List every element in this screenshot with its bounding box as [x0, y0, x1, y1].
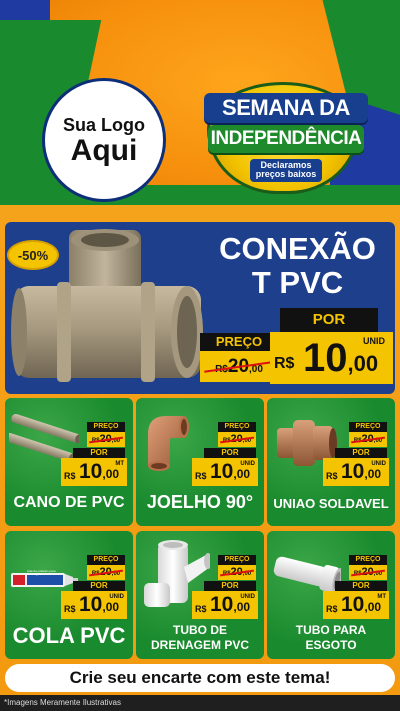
product-name: CANO DE PVC [13, 494, 125, 511]
card-new-price-label: POR [73, 448, 125, 458]
new-int: 10 [79, 460, 103, 483]
card-new-price: R$ 10,00 UNID [61, 591, 127, 619]
new-dec: ,00 [233, 600, 251, 614]
card-old-price: R$20,00 [349, 432, 387, 447]
new-amount: 10,00 [79, 460, 119, 484]
card-old-price-label: PREÇO [349, 555, 387, 565]
product-card-tubo-drenagem: PREÇO R$20,00 POR R$ 10,00 UNID TUBO DE … [136, 531, 264, 659]
header-bottom-band [0, 185, 400, 205]
badge-title-line1: SEMANA DA [204, 93, 368, 123]
new-dec: ,00 [102, 600, 120, 614]
disclaimer-footer: *Imagens Meramente Ilustrativas [0, 695, 400, 711]
product-card-joelho-90: PREÇO R$20,00 POR R$ 10,00 UNID JOELHO 9… [136, 398, 264, 526]
card-old-price-label: PREÇO [218, 555, 256, 565]
new-dec: ,00 [364, 467, 382, 481]
new-dec: ,00 [364, 600, 382, 614]
product-name-line2: DRENAGEM PVC [150, 638, 249, 652]
glue-tube-label: Adesivo plástico para PVC rígido [27, 569, 56, 576]
card-new-price: R$ 10,00 UNID [192, 591, 258, 619]
card-new-price-label: POR [204, 581, 256, 591]
flyer: Sua Logo Aqui SEMANA DA INDEPENDÊNCIA De… [0, 0, 400, 711]
new-currency: R$ [326, 471, 338, 481]
unit-label: UNID [240, 594, 255, 600]
card-new-price: R$ 10,00 UNID [323, 458, 389, 486]
badge-subtitle: Declaramos preços baixos [250, 159, 322, 182]
new-currency: R$ [195, 604, 207, 614]
logo-top-text: Sua Logo [63, 114, 145, 135]
new-int: 10 [341, 593, 365, 616]
card-old-price-label: PREÇO [87, 555, 125, 565]
discount-badge: -50% [7, 240, 59, 270]
hero-new-currency: R$ [274, 355, 295, 372]
card-old-price: R$20,00 [87, 432, 125, 447]
hero-old-price: R$20,00 [200, 351, 278, 382]
card-old-price: R$20,00 [218, 432, 256, 447]
new-currency: R$ [195, 471, 207, 481]
badge-title-line2: INDEPENDÊNCIA [208, 125, 364, 153]
new-dec: ,00 [233, 467, 251, 481]
hero-title-line2: T PVC [251, 265, 344, 301]
card-old-price: R$20,00 [349, 565, 387, 580]
product-name: TUBO DE DRENAGEM PVC [136, 623, 264, 653]
new-int: 10 [210, 593, 234, 616]
card-new-price: R$ 10,00 UNID [192, 458, 258, 486]
product-card-cola-pvc: Adesivo plástico para PVC rígido PREÇO R… [5, 531, 133, 659]
new-dec: ,00 [102, 467, 120, 481]
product-name: JOELHO 90° [146, 492, 254, 512]
logo-main-text: Aqui [70, 133, 138, 167]
hero-new-dec: ,00 [347, 351, 379, 376]
product-card-cano-pvc: PREÇO R$20,00 POR R$ 10,00 MT CANO DE PV… [5, 398, 133, 526]
card-old-price-label: PREÇO [349, 422, 387, 432]
unit-label: MT [115, 461, 124, 467]
hero-unit: UNID [363, 336, 385, 346]
product-name-line2: ESGOTO [305, 638, 357, 652]
product-name: TUBO PARA ESGOTO [267, 623, 395, 653]
card-old-price-label: PREÇO [87, 422, 125, 432]
new-int: 10 [210, 460, 234, 483]
new-amount: 10,00 [341, 593, 381, 617]
card-old-price-label: PREÇO [218, 422, 256, 432]
card-old-price: R$20,00 [218, 565, 256, 580]
hero-new-int: 10 [303, 336, 348, 380]
card-old-price: R$20,00 [87, 565, 125, 580]
card-new-price-label: POR [73, 581, 125, 591]
product-name-line1: TUBO PARA [295, 623, 367, 637]
card-new-price: R$ 10,00 MT [323, 591, 389, 619]
product-card-tubo-esgoto: PREÇO R$20,00 POR R$ 10,00 MT TUBO PARA … [267, 531, 395, 659]
hero-title-line1: CONEXÃO [219, 231, 376, 266]
new-currency: R$ [64, 604, 76, 614]
cta-banner[interactable]: Crie seu encarte com este tema! [5, 664, 395, 692]
hero-new-price-label: POR [280, 308, 378, 332]
card-new-price: R$ 10,00 MT [61, 458, 127, 486]
unit-label: UNID [109, 594, 124, 600]
product-name: COLA PVC [12, 623, 126, 648]
hero-old-price-label: PREÇO [200, 333, 278, 351]
new-currency: R$ [326, 604, 338, 614]
hero-title: CONEXÃO T PVC [205, 231, 390, 301]
card-new-price-label: POR [335, 448, 387, 458]
card-new-price-label: POR [204, 448, 256, 458]
unit-label: UNID [371, 461, 386, 467]
new-currency: R$ [64, 471, 76, 481]
product-name-line1: TUBO DE [173, 623, 227, 637]
product-name: UNIAO SOLDAVEL [273, 496, 389, 511]
card-new-price-label: POR [335, 581, 387, 591]
hero-new-price: R$ 10,00 UNID [270, 332, 393, 384]
unit-label: MT [377, 594, 386, 600]
unit-label: UNID [240, 461, 255, 467]
new-int: 10 [341, 460, 365, 483]
product-card-uniao-soldavel: PREÇO R$20,00 POR R$ 10,00 UNID UNIAO SO… [267, 398, 395, 526]
logo-placeholder: Sua Logo Aqui [42, 78, 166, 202]
new-int: 10 [79, 593, 103, 616]
